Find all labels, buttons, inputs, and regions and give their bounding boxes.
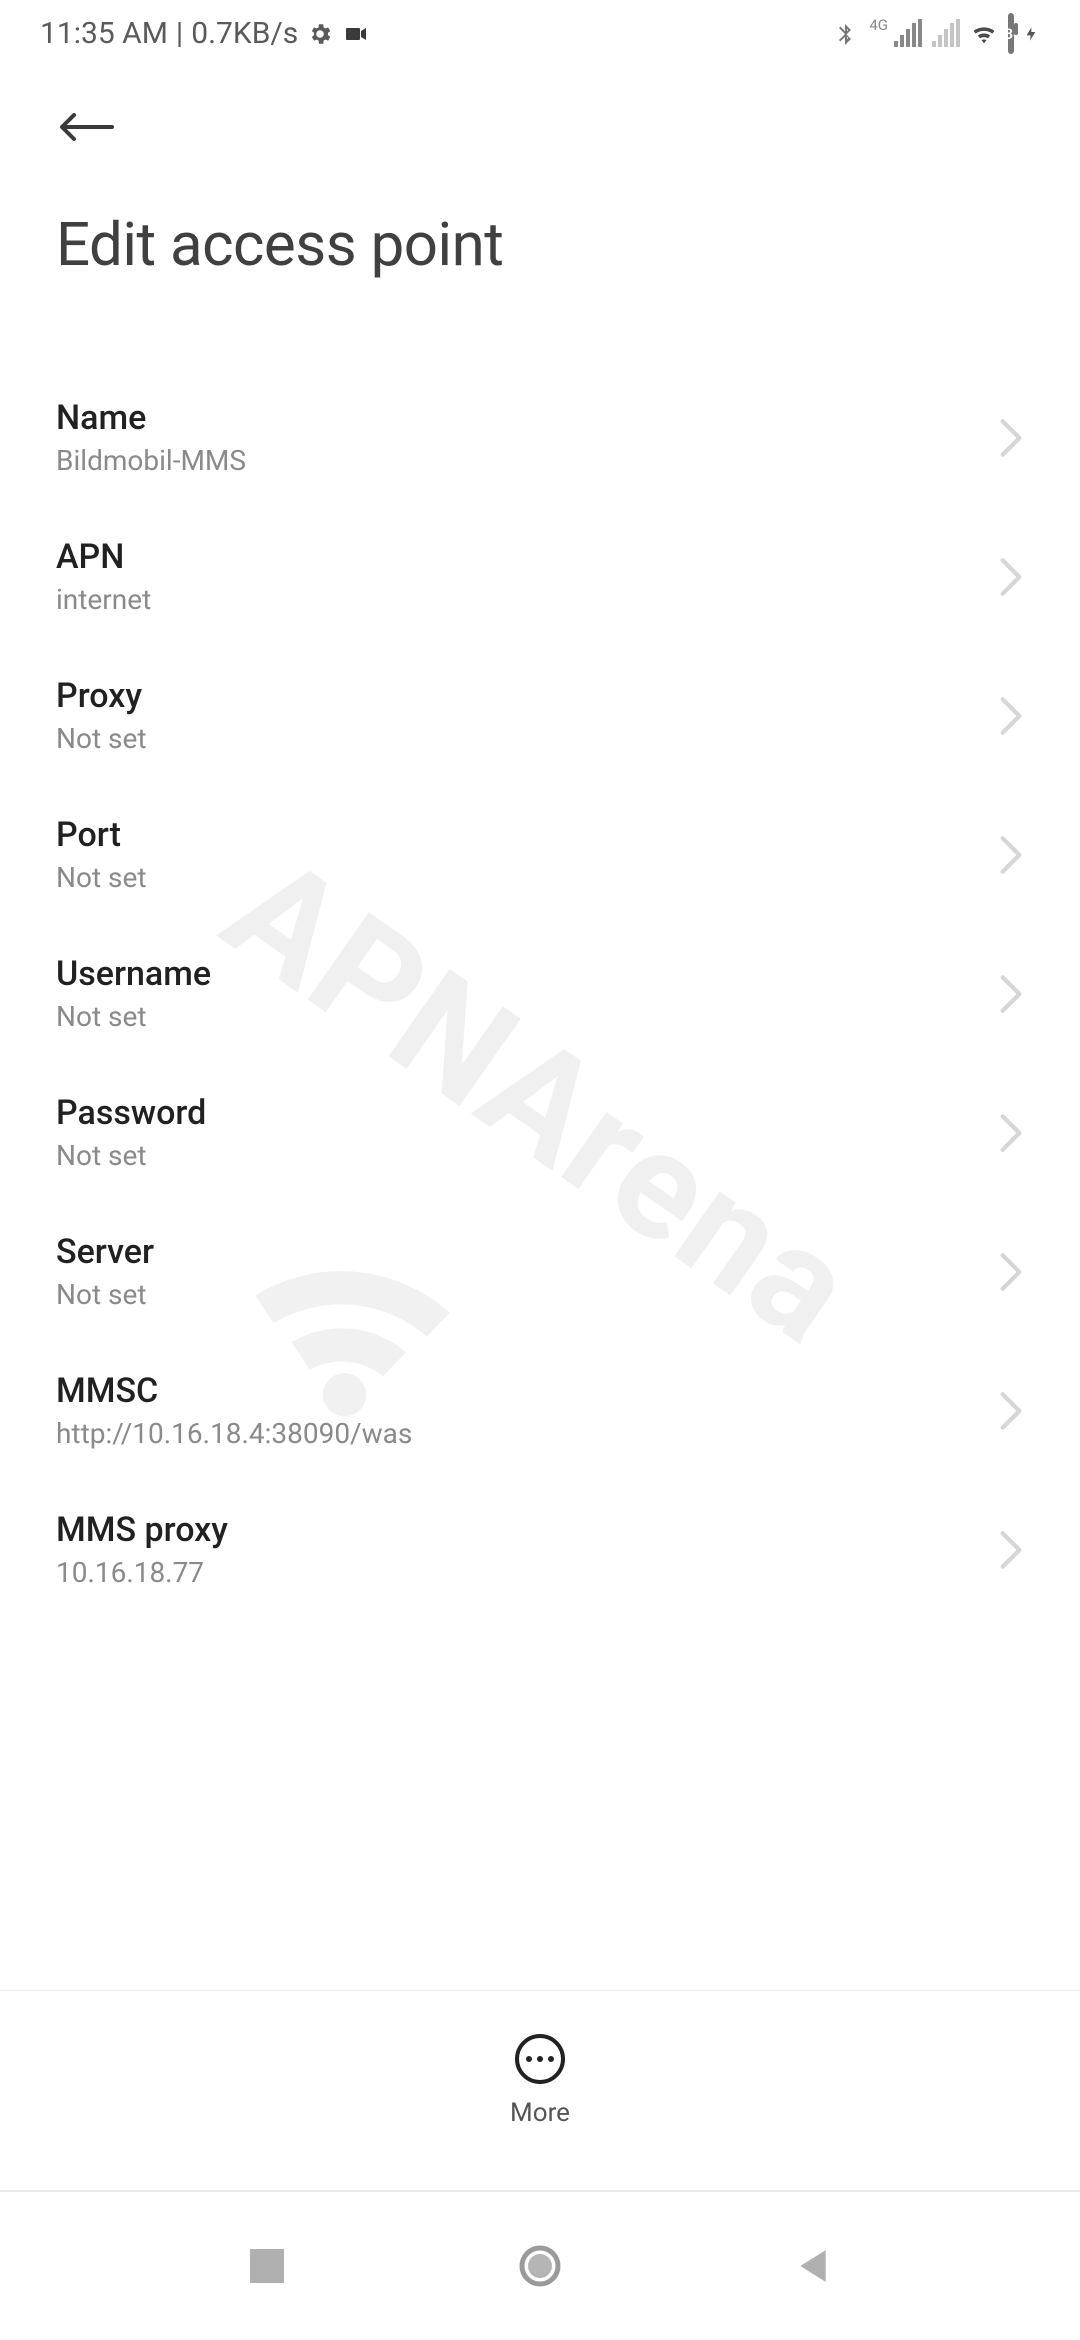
field-label: MMS proxy [56,1510,228,1550]
chevron-right-icon [998,556,1024,598]
battery-icon: 38 [1008,16,1014,51]
battery-percent: 38 [1004,25,1021,43]
nav-home-button[interactable] [515,2241,565,2291]
status-left-cluster: 11:35 AM | 0.7KB/s [40,16,370,51]
chevron-right-icon [998,1251,1024,1293]
signal-icon-sim2 [932,21,960,47]
settings-icon [306,20,334,48]
chevron-right-icon [998,1112,1024,1154]
back-button[interactable] [56,113,116,153]
camera-icon [342,20,370,48]
field-apn[interactable]: APN internet [0,507,1080,646]
wifi-icon [970,20,998,48]
system-nav-bar [0,2190,1080,2340]
field-mms-proxy[interactable]: MMS proxy 10.16.18.77 [0,1480,1080,1619]
page-title: Edit access point [0,153,1080,280]
field-value: Not set [56,1000,211,1033]
field-label: APN [56,537,151,577]
field-label: Server [56,1232,154,1272]
status-right-cluster: 4G 38 [831,16,1040,51]
status-bar: 11:35 AM | 0.7KB/s 4G 38 [0,0,1080,63]
field-mmsc[interactable]: MMSC http://10.16.18.4:38090/was [0,1341,1080,1480]
field-value: 10.16.18.77 [56,1556,228,1589]
chevron-right-icon [998,834,1024,876]
more-horizontal-icon [515,2034,565,2084]
field-value: http://10.16.18.4:38090/was [56,1417,412,1450]
chevron-right-icon [998,1390,1024,1432]
nav-recents-button[interactable] [242,2241,292,2291]
field-label: Username [56,954,211,994]
field-label: Password [56,1093,206,1133]
field-label: Name [56,398,246,438]
chevron-right-icon [998,1529,1024,1571]
more-label: More [510,2098,570,2128]
chevron-right-icon [998,417,1024,459]
field-label: MMSC [56,1371,412,1411]
more-panel: More [0,1990,1080,2170]
nav-back-button[interactable] [788,2241,838,2291]
field-value: Not set [56,1278,154,1311]
signal-icon-sim1 [894,21,922,47]
field-server[interactable]: Server Not set [0,1202,1080,1341]
more-button[interactable]: More [510,2034,570,2128]
field-port[interactable]: Port Not set [0,785,1080,924]
settings-list: Name Bildmobil-MMS APN internet Proxy No… [0,280,1080,1619]
status-netspeed: 0.7KB/s [191,16,298,51]
charging-icon [1024,20,1040,48]
field-proxy[interactable]: Proxy Not set [0,646,1080,785]
field-password[interactable]: Password Not set [0,1063,1080,1202]
chevron-right-icon [998,973,1024,1015]
field-label: Port [56,815,147,855]
status-clock: 11:35 AM [40,16,168,51]
field-name[interactable]: Name Bildmobil-MMS [0,368,1080,507]
field-label: Proxy [56,676,147,716]
field-value: Not set [56,1139,206,1172]
network-type-label: 4G [869,16,888,34]
field-value: Bildmobil-MMS [56,444,246,477]
chevron-right-icon [998,695,1024,737]
status-separator: | [176,16,183,51]
field-value: Not set [56,861,147,894]
field-value: Not set [56,722,147,755]
field-value: internet [56,583,151,616]
bluetooth-icon [831,20,859,48]
field-username[interactable]: Username Not set [0,924,1080,1063]
app-bar [0,63,1080,153]
